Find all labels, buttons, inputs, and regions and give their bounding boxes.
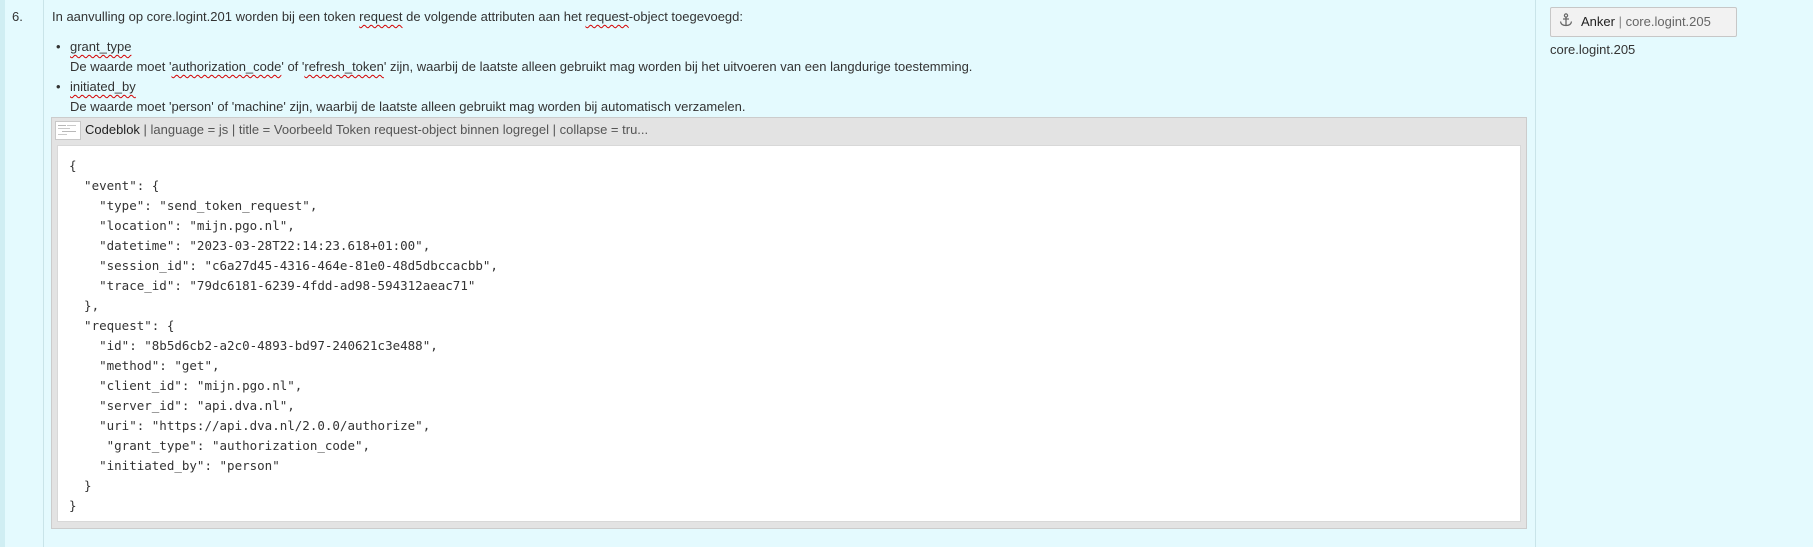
intro-text-2: de volgende attributen aan het xyxy=(402,9,586,24)
spellcheck-word: request xyxy=(585,9,629,24)
anchor-id-label: core.logint.205 xyxy=(1550,42,1636,57)
anchor-icon xyxy=(1559,9,1575,37)
code-macro-header[interactable]: Codeblok | language = js | title = Voorb… xyxy=(52,118,1526,141)
attribute-description: De waarde moet 'person' of 'machine' zij… xyxy=(70,99,746,114)
list-item: initiated_by De waarde moet 'person' of … xyxy=(52,77,972,117)
intro-text-1: In aanvulling op core.logint.201 worden … xyxy=(52,9,360,24)
code-macro-title: Codeblok xyxy=(85,122,140,137)
code-macro-icon xyxy=(55,121,81,141)
list-number: 6. xyxy=(12,9,23,24)
code-macro-params: | language = js | title = Voorbeeld Toke… xyxy=(139,122,649,137)
anchor-id: core.logint.205 xyxy=(1625,14,1711,29)
content-cell: In aanvulling op core.logint.201 worden … xyxy=(44,0,1536,547)
intro-paragraph: In aanvulling op core.logint.201 worden … xyxy=(52,9,743,24)
code-macro[interactable]: Codeblok | language = js | title = Voorb… xyxy=(51,117,1527,529)
spellcheck-word: request xyxy=(359,9,403,24)
attribute-list: grant_type De waarde moet 'authorization… xyxy=(52,37,972,117)
attribute-description: De waarde moet 'authorization_code' of '… xyxy=(70,59,973,74)
side-column: Anker | core.logint.205 core.logint.205 xyxy=(1536,0,1813,547)
code-content: { "event": { "type": "send_token_request… xyxy=(69,158,498,513)
attribute-name: initiated_by xyxy=(70,79,136,94)
anchor-label: Anker xyxy=(1581,14,1615,29)
intro-text-3: -object toegevoegd: xyxy=(628,9,743,24)
attribute-name: grant_type xyxy=(70,39,132,54)
list-number-column: 6. xyxy=(5,0,44,547)
code-block[interactable]: { "event": { "type": "send_token_request… xyxy=(57,145,1521,522)
anchor-macro[interactable]: Anker | core.logint.205 xyxy=(1550,7,1737,37)
anchor-separator: | xyxy=(1614,14,1626,29)
list-item: grant_type De waarde moet 'authorization… xyxy=(52,37,972,77)
